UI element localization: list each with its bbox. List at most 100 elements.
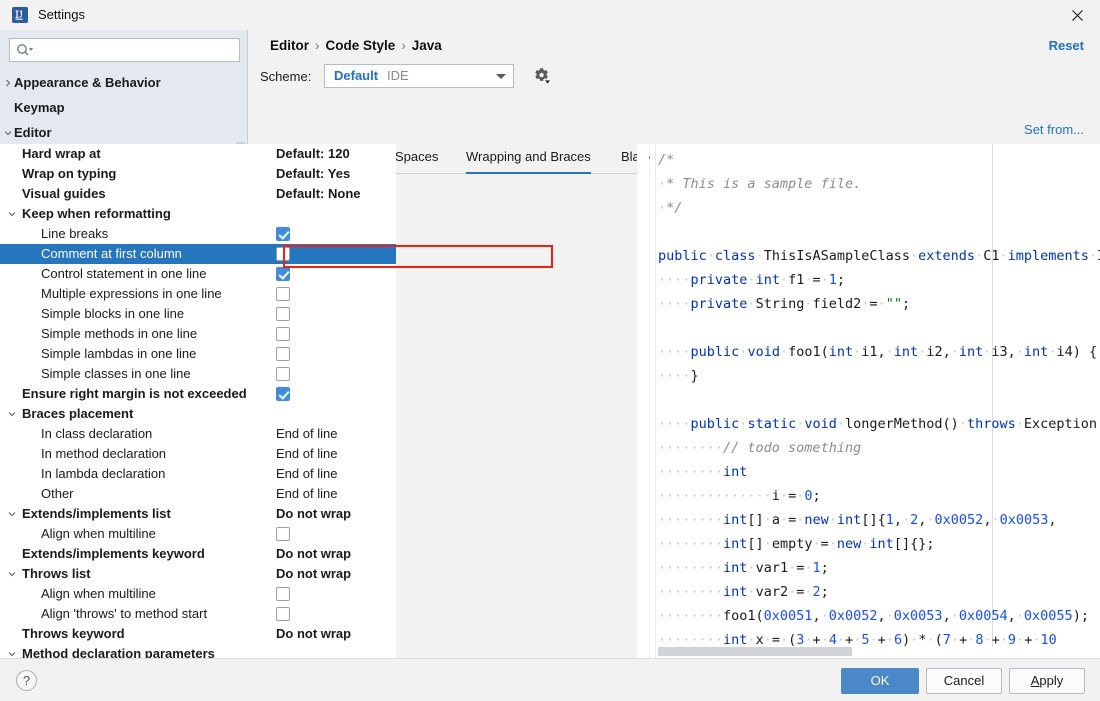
option-row[interactable]: Simple methods in one line bbox=[0, 324, 396, 344]
option-checkbox[interactable] bbox=[276, 227, 290, 241]
option-row[interactable]: Keep when reformatting bbox=[0, 204, 396, 224]
options-scrollbar-track[interactable] bbox=[637, 144, 649, 658]
option-row[interactable]: Line breaks bbox=[0, 224, 396, 244]
option-value[interactable]: Do not wrap bbox=[276, 504, 351, 524]
breadcrumb-separator: › bbox=[315, 38, 320, 53]
code-token: x bbox=[755, 632, 764, 648]
chevron-down-icon[interactable] bbox=[5, 404, 19, 424]
sidebar-item-keymap[interactable]: Keymap bbox=[0, 95, 247, 120]
chevron-down-icon[interactable] bbox=[5, 204, 19, 224]
code-token: i1, bbox=[861, 344, 886, 360]
option-checkbox[interactable] bbox=[276, 287, 290, 301]
chevron-down-icon[interactable] bbox=[5, 644, 19, 658]
scheme-dropdown[interactable]: Default IDE bbox=[324, 64, 514, 88]
scheme-label: Scheme: bbox=[260, 69, 312, 84]
code-token: · bbox=[885, 608, 894, 624]
code-token: var2 bbox=[755, 584, 789, 600]
option-checkbox[interactable] bbox=[276, 347, 290, 361]
option-row[interactable]: Align when multiline bbox=[0, 524, 396, 544]
tab-wrapping-and-braces[interactable]: Wrapping and Braces bbox=[466, 142, 591, 174]
option-row[interactable]: Ensure right margin is not exceeded bbox=[0, 384, 396, 404]
option-checkbox[interactable] bbox=[276, 527, 290, 541]
code-token: field2 bbox=[812, 296, 862, 312]
option-checkbox[interactable] bbox=[276, 387, 290, 401]
ok-button[interactable]: OK bbox=[841, 668, 919, 694]
code-token: ; bbox=[901, 296, 911, 312]
chevron-down-icon[interactable] bbox=[5, 564, 19, 584]
option-label: Other bbox=[41, 486, 74, 501]
option-row[interactable]: Extends/implements keyword Do not wrap bbox=[0, 544, 396, 564]
code-token: · bbox=[788, 560, 797, 576]
code-token: · bbox=[706, 248, 715, 264]
sidebar-item-editor[interactable]: Editor bbox=[0, 120, 247, 145]
code-token: · bbox=[926, 512, 935, 528]
chevron-down-icon[interactable] bbox=[5, 504, 19, 524]
option-row[interactable]: Throws list Do not wrap bbox=[0, 564, 396, 584]
code-token: int bbox=[755, 272, 780, 288]
option-row[interactable]: Extends/implements list Do not wrap bbox=[0, 504, 396, 524]
option-checkbox[interactable] bbox=[276, 267, 290, 281]
option-row[interactable]: Comment at first column bbox=[0, 244, 396, 264]
code-horizontal-scrollbar-thumb[interactable] bbox=[658, 647, 852, 656]
option-checkbox[interactable] bbox=[276, 327, 290, 341]
option-value[interactable]: Default: Yes bbox=[276, 164, 350, 184]
option-checkbox[interactable] bbox=[276, 587, 290, 601]
code-token: private bbox=[690, 272, 748, 288]
search-input[interactable] bbox=[9, 38, 240, 62]
set-from-link[interactable]: Set from... bbox=[1024, 122, 1084, 137]
code-token: · bbox=[763, 536, 772, 552]
code-token: static bbox=[747, 416, 797, 432]
option-row[interactable]: Wrap on typing Default: Yes bbox=[0, 164, 396, 184]
option-value[interactable]: End of line bbox=[276, 484, 337, 504]
option-row[interactable]: In lambda declaration End of line bbox=[0, 464, 396, 484]
option-row[interactable]: In class declaration End of line bbox=[0, 424, 396, 444]
code-token: extends bbox=[918, 248, 976, 264]
option-row[interactable]: Throws keyword Do not wrap bbox=[0, 624, 396, 644]
option-value[interactable]: End of line bbox=[276, 424, 337, 444]
code-gutter bbox=[650, 144, 656, 658]
option-row[interactable]: Control statement in one line bbox=[0, 264, 396, 284]
option-row[interactable]: Simple lambdas in one line bbox=[0, 344, 396, 364]
option-row[interactable]: Simple classes in one line bbox=[0, 364, 396, 384]
option-value[interactable]: Do not wrap bbox=[276, 544, 351, 564]
tab-spaces[interactable]: Spaces bbox=[395, 142, 438, 174]
sidebar-item-label: Editor bbox=[14, 125, 52, 140]
option-checkbox[interactable] bbox=[276, 367, 290, 381]
option-value[interactable]: End of line bbox=[276, 464, 337, 484]
code-preview-panel[interactable]: /* ·* This is a sample file. ·*/ public·cl… bbox=[650, 144, 1100, 658]
option-checkbox[interactable] bbox=[276, 307, 290, 321]
reset-link[interactable]: Reset bbox=[1049, 38, 1084, 53]
breadcrumb-item-java[interactable]: Java bbox=[412, 38, 442, 53]
close-icon[interactable] bbox=[1054, 0, 1100, 30]
apply-button[interactable]: Apply bbox=[1009, 668, 1085, 694]
option-checkbox[interactable] bbox=[276, 247, 290, 261]
code-line: ·*/ bbox=[658, 196, 1100, 220]
breadcrumb-item-code-style[interactable]: Code Style bbox=[326, 38, 396, 53]
option-value[interactable]: Default: 120 bbox=[276, 144, 350, 164]
breadcrumb-item-editor[interactable]: Editor bbox=[270, 38, 309, 53]
code-token: · bbox=[1016, 632, 1025, 648]
code-token: · bbox=[779, 272, 789, 288]
gear-icon[interactable] bbox=[532, 66, 552, 86]
option-row[interactable]: Method declaration parameters bbox=[0, 644, 396, 658]
option-row[interactable]: Visual guides Default: None bbox=[0, 184, 396, 204]
option-value[interactable]: Default: None bbox=[276, 184, 361, 204]
option-row[interactable]: Hard wrap at Default: 120 bbox=[0, 144, 396, 164]
option-row[interactable]: Braces placement bbox=[0, 404, 396, 424]
help-button[interactable]: ? bbox=[16, 670, 37, 691]
option-checkbox[interactable] bbox=[276, 607, 290, 621]
option-row[interactable]: Align when multiline bbox=[0, 584, 396, 604]
option-value[interactable]: End of line bbox=[276, 444, 337, 464]
option-row[interactable]: Other End of line bbox=[0, 484, 396, 504]
code-line: ········int·var1·=·1; bbox=[658, 556, 1100, 580]
option-row[interactable]: Align 'throws' to method start bbox=[0, 604, 396, 624]
sidebar-item-appearance-behavior[interactable]: Appearance & Behavior bbox=[0, 70, 247, 95]
cancel-button[interactable]: Cancel bbox=[926, 668, 1002, 694]
option-row[interactable]: Simple blocks in one line bbox=[0, 304, 396, 324]
option-row[interactable]: In method declaration End of line bbox=[0, 444, 396, 464]
option-value[interactable]: Do not wrap bbox=[276, 564, 351, 584]
option-value[interactable]: Do not wrap bbox=[276, 624, 351, 644]
search-field[interactable] bbox=[9, 38, 240, 62]
option-row[interactable]: Multiple expressions in one line bbox=[0, 284, 396, 304]
code-token: int bbox=[723, 584, 748, 600]
